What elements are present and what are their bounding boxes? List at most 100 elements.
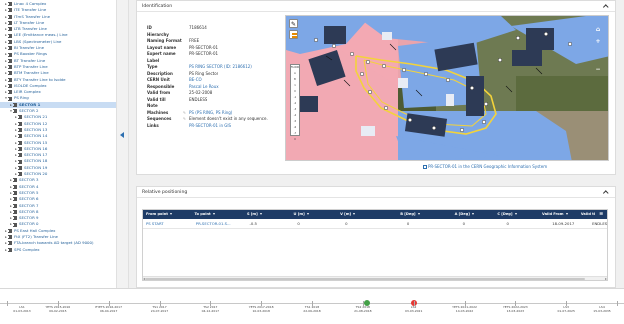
column-header-label: Valid till [580,212,596,216]
building-icon [8,247,12,252]
timeline-event-date: 15-03-2035 [593,308,611,313]
building-icon [8,52,12,57]
identification-header[interactable]: Identification [137,1,615,12]
scroll-thumb[interactable] [145,277,585,280]
sort-icon[interactable] [306,212,309,215]
sort-icon[interactable] [565,212,568,215]
timeline-label[interactable]: LS4 15-03-2035 [580,305,624,313]
timeline-label[interactable]: EYETS 2016-2017 06-04-2017 [87,305,131,313]
identification-title: Identification [142,4,173,9]
timeline-label[interactable]: TS1 2017 24-07-2017 [138,305,182,313]
sort-icon[interactable] [259,212,262,215]
column-header-label: S [m] [246,212,258,216]
version-timeline[interactable]: LS1 01-03-2013 YETS 2015-2016 09-02-2015 EYE… [0,288,624,324]
building-icon [8,235,12,240]
building-icon [8,241,12,246]
collapse-chevron-icon[interactable] [602,190,608,196]
gis-link[interactable]: PR-SECTOR-01 in the CERN Geographic Info… [423,164,547,169]
table-cell: 0 [406,221,410,226]
property-key: Links [147,122,159,128]
panel-splitter[interactable] [116,0,129,288]
sort-icon[interactable] [170,212,173,215]
layers-icon[interactable] [289,30,298,39]
building-icon [13,216,17,221]
column-header[interactable]: V [m] [337,210,397,219]
building-icon [18,134,22,139]
building-icon [13,197,17,202]
building-icon [8,84,12,88]
gis-map[interactable]: ✎ FLOOR A B 1 0 -1 -2 -3 -4 -5 -6 -7 U ⌂ + − [285,15,609,161]
scroll-right-icon[interactable] [605,277,607,280]
sort-icon[interactable] [212,212,215,215]
column-header[interactable]: C [Deg] [494,210,539,219]
horizontal-scrollbar[interactable] [143,276,607,280]
column-header-label: C [Deg] [497,212,513,216]
sort-icon[interactable] [471,212,474,215]
floor-u-option[interactable]: U [291,137,299,143]
building-icon [18,159,22,164]
table-row[interactable]: PS START PR-SECTOR-01.S... -0.5 0 0 0 0 0 18-09-… [143,219,607,229]
building-icon [18,140,22,145]
property-value: PR-SECTOR-01 [189,51,219,56]
timeline-label[interactable]: YETS 2021-2022 14-03-2022 [443,305,487,313]
building-icon [8,71,12,76]
timeline-event-date: 14-03-2022 [455,308,474,313]
map-navigation[interactable]: ⌂ + − [592,26,604,80]
table-cell[interactable]: PR-SECTOR-01.S... [193,219,247,228]
table-cell: 0 [462,221,466,226]
building-icon [18,153,22,158]
property-row: Links PR-SECTOR-01 in GIS [147,123,287,130]
column-header[interactable]: To point [192,210,244,219]
table-cell: 0 [506,221,509,226]
floor-selector[interactable]: FLOOR A B 1 0 -1 -2 -3 -4 -5 -6 -7 U [290,64,300,141]
column-header[interactable]: B [Deg] [397,210,451,219]
timeline-label[interactable]: YETS 2022-2023 13-03-2023 [493,305,537,313]
property-value[interactable]: PR-SECTOR-01 in GIS [189,123,231,130]
gis-link-label: PR-SECTOR-01 in the CERN Geographic Info… [428,164,548,169]
building-icon [18,121,22,126]
sort-icon[interactable] [353,212,356,215]
column-header-label: To point [194,212,211,216]
timeline-label[interactable]: TS1 2018 22-06-2018 [290,305,334,313]
relative-positioning-header[interactable]: Relative positioning [137,187,615,198]
timeline-label[interactable]: TS2 2018 21-08-2018 [341,305,385,313]
sort-icon[interactable] [417,212,420,215]
building-icon [13,184,17,189]
positioning-table: From point To point S [m] U [m] V [m] B [Deg]… [142,209,608,281]
column-header[interactable]: Valid From [539,210,578,219]
column-header-label: B [Deg] [400,212,416,216]
timeline-label[interactable]: YETS 2017-2018 10-03-2018 [239,305,283,313]
zoom-in-button[interactable]: + [592,38,604,46]
table-cell: -0.5 [249,221,257,226]
sort-icon[interactable] [514,212,517,215]
table-cell: 18-09-2017 [552,221,575,226]
draw-pencil-icon[interactable]: ✎ [289,19,298,28]
tree-item[interactable]: ▸ SPS Complex [0,247,116,253]
building-icon [13,109,17,114]
map-home-icon[interactable]: ⌂ [592,26,604,34]
column-header[interactable]: A [Deg] [452,210,495,219]
building-icon [13,203,17,208]
collapse-chevron-icon[interactable] [602,4,608,10]
timeline-label[interactable]: LS2 03-03-2021 [392,305,436,313]
building-icon [18,165,22,170]
building-icon [8,77,12,82]
timeline-label[interactable]: TS2 2017 04-12-2017 [188,305,232,313]
column-menu-icon[interactable]: ≡ [595,210,607,219]
building-icon [8,96,12,101]
map-canvas [286,16,608,160]
column-header[interactable]: U [m] [291,210,338,219]
column-header[interactable]: Valid till [578,210,596,219]
building-icon [8,33,12,38]
table-cell[interactable]: PS START [143,219,193,228]
column-header-label: From point [146,212,169,216]
building-icon [13,178,17,183]
timeline-label[interactable]: YETS 2015-2016 09-02-2015 [36,305,80,313]
column-header[interactable]: S [m] [244,210,291,219]
column-header[interactable]: From point [143,210,192,219]
building-icon [8,58,12,63]
zoom-out-button[interactable]: − [592,66,604,74]
collapse-arrow-icon[interactable] [120,132,124,138]
timeline-event-date: 10-03-2018 [252,308,270,313]
building-icon [8,65,12,70]
